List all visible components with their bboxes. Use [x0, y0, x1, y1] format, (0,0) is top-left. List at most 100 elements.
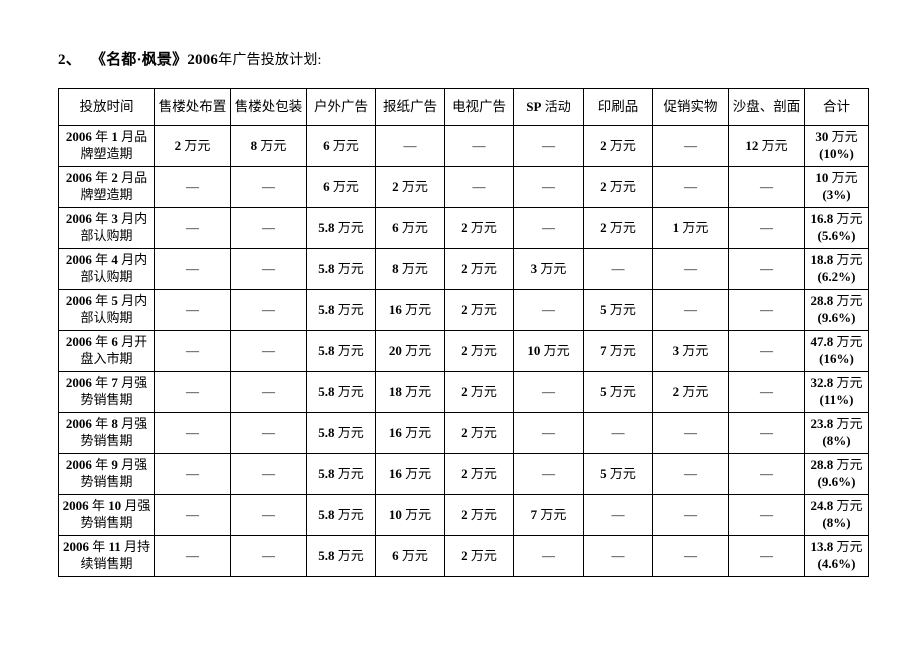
cell-sp-activities: — [513, 289, 584, 331]
empty-dash: — [760, 465, 773, 481]
table-row: 2006 年 7 月强 势销售期 — —5.8 万元 18 万元 2 万元 —5 万元 2 万… [58, 371, 869, 413]
empty-dash: — [760, 301, 773, 317]
latin-run: 11 [108, 539, 121, 555]
latin-run: 2 [111, 170, 118, 186]
sp-latin-label: SP [526, 98, 542, 114]
table-header-row: 投放时间 售楼处布置 售楼处包装 户外广告 报纸广告 电视广告 SP 活动 印刷… [58, 88, 869, 126]
latin-run: 2006 [65, 375, 92, 391]
period-line-1: 2006 年 11 月持 [62, 539, 151, 555]
latin-run: 5.8 [318, 219, 335, 235]
column-header-printed-materials: 印刷品 [583, 88, 653, 126]
empty-dash: — [262, 383, 275, 399]
cell-model-section: 12 万元 [728, 125, 805, 167]
table-row: 2006 年 8 月强 势销售期 — — 5.8 万元 16 万元 2 万元 — — — — 23.8… [58, 412, 869, 454]
empty-dash: — [611, 547, 625, 563]
cell-outdoor-ads: 5.8 万元 [306, 453, 376, 495]
cell-period: 2006 年 2 月品 牌塑造期 [58, 166, 155, 208]
cell-outdoor-ads: 5.8 万元 [306, 248, 376, 290]
cell-sales-office-setup: — [154, 166, 231, 208]
period-line-1: 2006 年 7 月强 [65, 375, 148, 391]
empty-dash: — [760, 219, 773, 235]
cell-sales-office-packaging: — [230, 453, 307, 495]
cell-promo-items: — [652, 166, 729, 208]
empty-dash: — [262, 547, 275, 563]
title-suffix: 年广告投放计划: [218, 53, 322, 68]
cell-sales-office-packaging: — [230, 248, 307, 290]
empty-dash: — [684, 465, 697, 481]
empty-dash: — [684, 506, 697, 522]
total-percent: (4.6%) [817, 556, 856, 571]
latin-run: 18.8 [810, 252, 834, 268]
table-row: 2006 年 4 月内 部认购期 — — 5.8 万元 8 万元 2 万元 3 万元 — — — 18… [58, 248, 869, 290]
empty-dash: — [611, 260, 625, 276]
empty-dash: — [542, 301, 555, 317]
column-header-model-section: 沙盘、剖面 [728, 88, 805, 126]
total-percent: (11%) [819, 392, 854, 407]
latin-run: 10 [527, 342, 541, 358]
empty-dash: — [760, 383, 773, 399]
empty-dash: — [186, 178, 199, 194]
cell-sales-office-setup: — [154, 248, 231, 290]
cell-newspaper-ads: 16 万元 [375, 453, 445, 495]
cell-promo-items: 1 万元 [652, 207, 729, 249]
cell-sp-activities: 7 万元 [513, 494, 584, 536]
latin-run: 10 [388, 506, 402, 522]
cell-total: 16.8 万元 (5.6%) [804, 207, 869, 249]
total-amount: 23.8 万元 [810, 416, 863, 432]
table-row: 2006 年 3 月内 部认购期 — —5.8 万元 6 万元 2 万元 —2 万元 1 万元… [58, 207, 869, 249]
cell-sales-office-setup: — [154, 494, 231, 536]
empty-dash: — [262, 465, 275, 481]
latin-run: 10 [108, 498, 122, 514]
cell-printed-materials: 5 万元 [583, 371, 653, 413]
empty-dash: — [186, 424, 199, 440]
cell-period: 2006 年 7 月强 势销售期 [58, 371, 155, 413]
empty-dash: — [262, 424, 275, 440]
cell-printed-materials: 2 万元 [583, 207, 653, 249]
cell-sales-office-setup: — [154, 207, 231, 249]
cell-printed-materials: 2 万元 [583, 125, 653, 167]
period-line-2: 牌塑造期 [80, 187, 133, 202]
cell-newspaper-ads: 10 万元 [375, 494, 445, 536]
cell-model-section: — [728, 207, 805, 249]
latin-run: 6 [323, 178, 330, 194]
cell-tv-ads: 2 万元 [444, 330, 514, 372]
cell-sales-office-packaging: — [230, 371, 307, 413]
cell-promo-items: — [652, 494, 729, 536]
cell-model-section: — [728, 248, 805, 290]
cell-model-section: — [728, 412, 805, 454]
cell-sp-activities: — [513, 125, 584, 167]
cell-total: 13.8 万元 (4.6%) [804, 535, 869, 577]
latin-run: 9 [111, 457, 118, 473]
empty-dash: — [684, 424, 697, 440]
cell-outdoor-ads: 6 万元 [306, 125, 376, 167]
cell-sales-office-packaging: — [230, 166, 307, 208]
empty-dash: — [760, 424, 773, 440]
empty-dash: — [684, 301, 697, 317]
column-header-promo-items: 促销实物 [652, 88, 729, 126]
empty-dash: — [186, 547, 199, 563]
empty-dash: — [186, 260, 199, 276]
latin-run: 2 [461, 301, 468, 317]
latin-run: 5.8 [318, 506, 335, 522]
cell-newspaper-ads: 8 万元 [375, 248, 445, 290]
cell-period: 2006 年 11 月持 续销售期 [58, 535, 155, 577]
cell-model-section: — [728, 166, 805, 208]
latin-run: 2006 [65, 252, 92, 268]
column-header-outdoor-ads: 户外广告 [306, 88, 376, 126]
cell-sales-office-packaging: — [230, 412, 307, 454]
cell-sales-office-setup: — [154, 371, 231, 413]
latin-run: 7 [111, 375, 118, 391]
latin-run: 20 [388, 342, 402, 358]
table-row: 2006 年 10 月强 势销售期 — — 5.8 万元 10 万元 2 万元 7 万元 — — —… [58, 494, 869, 536]
cell-period: 2006 年 6 月开 盘入市期 [58, 330, 155, 372]
total-amount: 28.8 万元 [810, 293, 863, 309]
latin-run: 5.8 [318, 260, 335, 276]
document-page: 2、 《名都·枫景》2006年广告投放计划: 投放时间 售楼处布置 售楼处包装 户… [0, 0, 920, 651]
empty-dash: — [542, 547, 555, 563]
cell-sp-activities: — [513, 453, 584, 495]
empty-dash: — [684, 260, 697, 276]
cell-total: 32.8 万元 (11%) [804, 371, 869, 413]
cell-model-section: — [728, 494, 805, 536]
cell-sales-office-setup: — [154, 412, 231, 454]
column-header-period: 投放时间 [58, 88, 155, 126]
